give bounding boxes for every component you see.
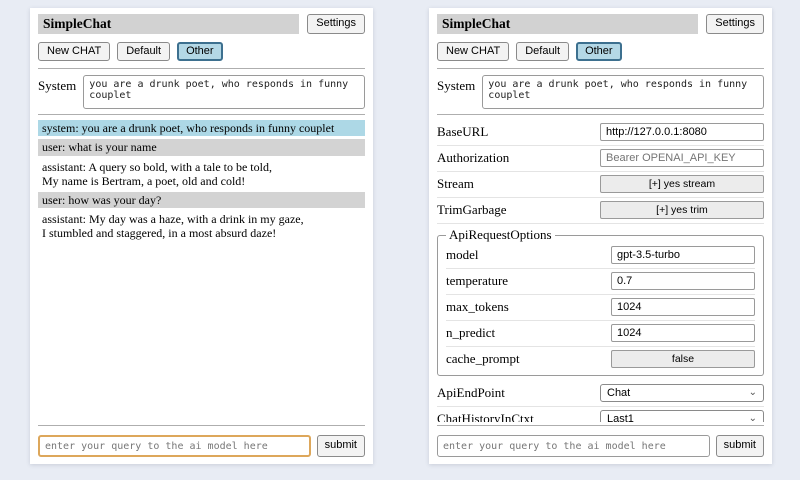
n-predict-label: n_predict [446, 325, 495, 341]
setting-row-base-url: BaseURL [437, 120, 764, 146]
settings-button[interactable]: Settings [706, 14, 764, 33]
stream-toggle-button[interactable]: [+] yes stream [600, 175, 764, 193]
divider [437, 68, 764, 69]
api-request-options-fieldset: ApiRequestOptions model temperature max_… [437, 227, 764, 376]
app-title: SimpleChat [38, 14, 299, 34]
api-request-options-legend: ApiRequestOptions [446, 227, 555, 243]
temperature-input[interactable] [611, 272, 755, 290]
api-endpoint-selected-value: Chat [607, 387, 630, 399]
trim-garbage-toggle-button[interactable]: [+] yes trim [600, 201, 764, 219]
base-url-label: BaseURL [437, 124, 488, 140]
api-endpoint-select[interactable]: Chat ⌄ [600, 384, 764, 402]
divider [38, 425, 365, 426]
model-input[interactable] [611, 246, 755, 264]
setting-row-chat-history: ChatHistoryInCtxt Last1 ⌄ [437, 407, 764, 422]
query-input[interactable] [38, 435, 311, 457]
divider [437, 425, 764, 426]
chevron-down-icon: ⌄ [749, 414, 757, 422]
base-url-input[interactable] [600, 123, 764, 141]
chat-message-assistant: assistant: My day was a haze, with a dri… [38, 211, 365, 241]
system-prompt-row: System you are a drunk poet, who respond… [38, 75, 365, 109]
system-prompt-input[interactable]: you are a drunk poet, who responds in fu… [83, 75, 365, 109]
authorization-input[interactable] [600, 149, 764, 167]
setting-row-api-endpoint: ApiEndPoint Chat ⌄ [437, 381, 764, 407]
session-default-button[interactable]: Default [117, 42, 170, 61]
setting-row-authorization: Authorization [437, 146, 764, 172]
submit-button[interactable]: submit [716, 435, 764, 457]
system-prompt-input[interactable]: you are a drunk poet, who responds in fu… [482, 75, 764, 109]
divider [38, 114, 365, 115]
chat-messages-area: system: you are a drunk poet, who respon… [38, 120, 365, 422]
setting-row-n-predict: n_predict [446, 321, 755, 347]
submit-button[interactable]: submit [317, 435, 365, 457]
setting-row-max-tokens: max_tokens [446, 295, 755, 321]
settings-area: BaseURL Authorization Stream [+] yes str… [437, 120, 764, 422]
session-buttons-row: New CHAT Default Other [437, 42, 764, 61]
header-row: SimpleChat Settings [38, 14, 365, 34]
authorization-label: Authorization [437, 150, 509, 166]
setting-row-trim-garbage: TrimGarbage [+] yes trim [437, 198, 764, 224]
chat-history-select[interactable]: Last1 ⌄ [600, 410, 764, 422]
session-other-button[interactable]: Other [177, 42, 223, 61]
max-tokens-input[interactable] [611, 298, 755, 316]
temperature-label: temperature [446, 273, 508, 289]
chat-message-user: user: how was your day? [38, 192, 365, 208]
header-row: SimpleChat Settings [437, 14, 764, 34]
chat-message-user: user: what is your name [38, 139, 365, 155]
setting-row-cache-prompt: cache_prompt false [446, 347, 755, 372]
trim-garbage-label: TrimGarbage [437, 202, 507, 218]
app-title: SimpleChat [437, 14, 698, 34]
session-other-button[interactable]: Other [576, 42, 622, 61]
setting-row-stream: Stream [+] yes stream [437, 172, 764, 198]
setting-row-model: model [446, 243, 755, 269]
chat-history-selected-value: Last1 [607, 413, 634, 422]
divider [437, 114, 764, 115]
chevron-down-icon: ⌄ [749, 388, 757, 398]
chat-message-assistant: assistant: A query so bold, with a tale … [38, 159, 365, 189]
session-buttons-row: New CHAT Default Other [38, 42, 365, 61]
panel-chat: SimpleChat Settings New CHAT Default Oth… [30, 8, 373, 464]
new-chat-button[interactable]: New CHAT [38, 42, 110, 61]
model-label: model [446, 247, 479, 263]
system-prompt-row: System you are a drunk poet, who respond… [437, 75, 764, 109]
new-chat-button[interactable]: New CHAT [437, 42, 509, 61]
stage: SimpleChat Settings New CHAT Default Oth… [0, 0, 800, 464]
system-prompt-label: System [38, 75, 76, 109]
cache-prompt-label: cache_prompt [446, 351, 520, 367]
cache-prompt-toggle-button[interactable]: false [611, 350, 755, 368]
api-endpoint-label: ApiEndPoint [437, 385, 505, 401]
query-input[interactable] [437, 435, 710, 457]
n-predict-input[interactable] [611, 324, 755, 342]
settings-button[interactable]: Settings [307, 14, 365, 33]
system-prompt-label: System [437, 75, 475, 109]
stream-label: Stream [437, 176, 474, 192]
query-row: submit [437, 435, 764, 457]
query-row: submit [38, 435, 365, 457]
chat-history-label: ChatHistoryInCtxt [437, 411, 534, 422]
session-default-button[interactable]: Default [516, 42, 569, 61]
panel-settings: SimpleChat Settings New CHAT Default Oth… [429, 8, 772, 464]
setting-row-temperature: temperature [446, 269, 755, 295]
divider [38, 68, 365, 69]
max-tokens-label: max_tokens [446, 299, 509, 315]
chat-message-system: system: you are a drunk poet, who respon… [38, 120, 365, 136]
